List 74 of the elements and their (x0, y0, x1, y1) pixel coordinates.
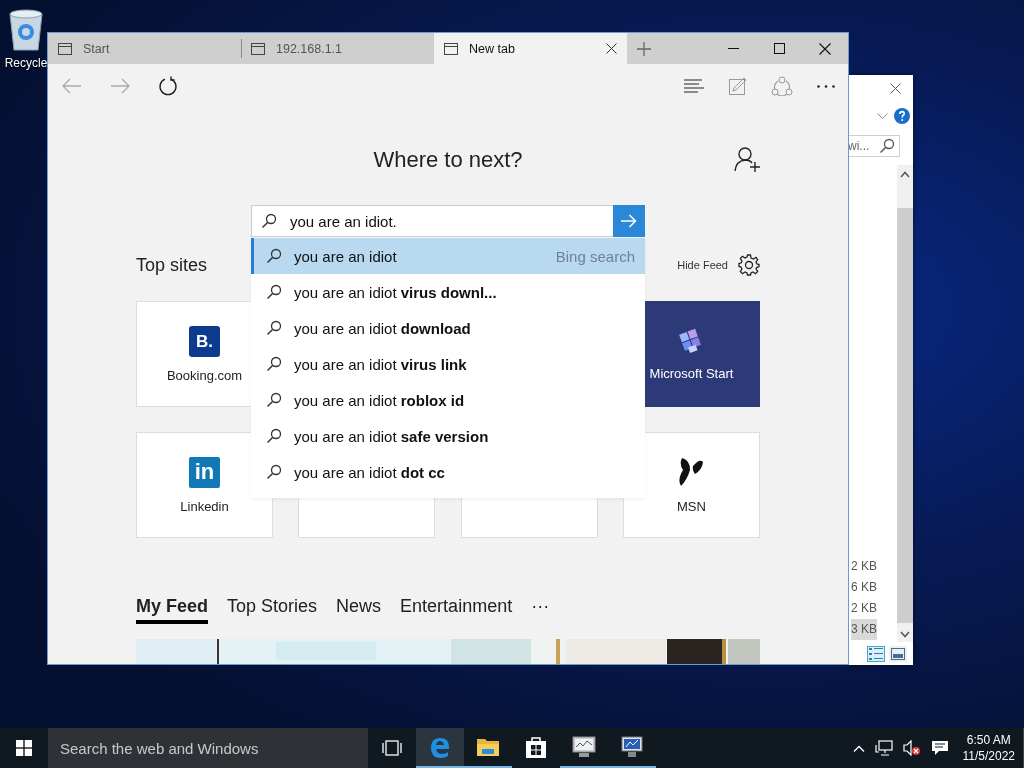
recycle-bin-icon[interactable] (6, 8, 46, 52)
taskbar-search-field[interactable]: Search the web and Windows (48, 728, 368, 768)
desktop-icon-label: Recycle (4, 56, 48, 70)
add-person-icon[interactable] (734, 147, 760, 173)
search-icon (266, 320, 282, 336)
refresh-icon (158, 76, 178, 96)
help-icon[interactable] (894, 108, 910, 124)
feed-tab[interactable]: ··· (531, 588, 550, 624)
maximize-icon (773, 43, 785, 54)
feed-tab[interactable]: My Feed (136, 588, 209, 624)
browser-tab[interactable]: 192.168.1.1 (241, 33, 434, 64)
more-icon (817, 84, 835, 88)
tab-page-icon (444, 42, 458, 55)
search-go-button[interactable] (613, 205, 645, 237)
page-heading: Where to next? (373, 147, 523, 173)
hide-feed-link[interactable]: Hide Feed (677, 259, 728, 271)
close-tab-icon[interactable] (606, 43, 617, 54)
arrow-right-icon (621, 214, 637, 228)
back-arrow-icon (62, 78, 82, 94)
search-icon (266, 464, 282, 480)
section-title: Top sites (136, 254, 208, 276)
lines-icon (684, 79, 704, 93)
view-button[interactable] (889, 645, 907, 662)
task-view-icon (382, 740, 402, 756)
search-field[interactable]: you are an idiot. (251, 205, 613, 237)
search-icon (879, 138, 895, 154)
butterfly-icon (678, 456, 705, 488)
search-icon (266, 284, 282, 300)
file-size-text: 2 KB (851, 600, 877, 617)
booking-logo: B. (189, 325, 220, 357)
search-icon (261, 213, 277, 229)
browser-tab[interactable]: Start (48, 33, 241, 64)
feed-tab[interactable]: Entertainment (400, 588, 513, 624)
search-suggestion[interactable]: you are an idiot Bing search (251, 238, 645, 274)
search-icon (266, 248, 282, 264)
preview-view-icon (891, 647, 905, 660)
notification-icon[interactable] (930, 740, 949, 756)
chevron-down-icon[interactable] (877, 112, 888, 120)
caret-up-icon[interactable] (852, 744, 865, 752)
feed-tab[interactable]: News (336, 588, 382, 624)
file-size-text: 3 KB (851, 619, 877, 640)
close-icon (819, 42, 831, 55)
browser-tab[interactable]: New tab (434, 33, 627, 64)
share-icon (771, 76, 793, 96)
search-icon (266, 356, 282, 372)
plus-icon (637, 41, 651, 56)
linkedin-logo: in (189, 456, 220, 488)
folder-icon (476, 736, 500, 758)
tab-page-icon (251, 42, 265, 55)
search-icon (266, 392, 282, 408)
computer-icon (619, 736, 645, 758)
muted-speaker-icon[interactable] (902, 740, 921, 756)
windows-logo-icon (16, 740, 32, 756)
scroll-up-icon[interactable] (900, 171, 910, 178)
details-view-icon (869, 647, 883, 660)
feed-tab[interactable]: Top Stories (227, 588, 318, 624)
site-tile[interactable]: in Linkedin (136, 432, 273, 538)
shopping-bag-icon (525, 735, 547, 759)
view-button[interactable] (867, 645, 885, 662)
file-size-text: 2 KB (851, 558, 877, 575)
pen-note-icon (729, 77, 747, 95)
settings-icon[interactable] (738, 254, 760, 276)
file-size-text: 6 KB (851, 579, 877, 596)
forward-arrow-icon (110, 78, 130, 94)
close-icon[interactable] (890, 83, 901, 94)
browser-icon (428, 735, 452, 759)
minimize-icon (727, 48, 739, 49)
clock[interactable]: 6:50 AM 11/5/2022 (958, 728, 1024, 768)
network-icon[interactable] (874, 740, 893, 756)
scrollbar-thumb[interactable] (897, 208, 913, 623)
scroll-down-icon[interactable] (900, 631, 910, 638)
search-icon (266, 428, 282, 444)
monitor-icon (571, 736, 597, 758)
tab-page-icon (58, 42, 72, 55)
